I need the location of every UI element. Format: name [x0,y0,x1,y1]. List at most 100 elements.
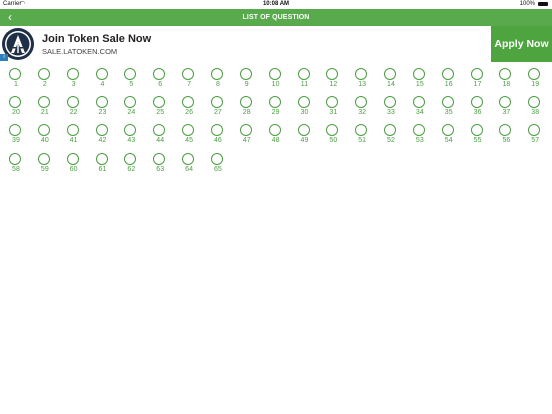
question-item[interactable]: 56 [493,122,519,150]
radio-circle-icon[interactable] [153,68,166,80]
radio-circle-icon[interactable] [499,96,512,109]
radio-circle-icon[interactable] [528,124,541,137]
radio-circle-icon[interactable] [37,68,50,80]
radio-circle-icon[interactable] [441,68,454,80]
radio-circle-icon[interactable] [66,152,79,165]
question-item[interactable]: 15 [407,66,433,94]
question-item[interactable]: 38 [522,94,548,122]
radio-circle-icon[interactable] [528,96,541,109]
radio-circle-icon[interactable] [412,96,425,109]
question-item[interactable]: 17 [465,66,491,94]
radio-circle-icon[interactable] [95,96,108,109]
question-item[interactable]: 5 [118,66,144,94]
question-item[interactable]: 28 [234,94,260,122]
question-item[interactable]: 20 [3,94,29,122]
question-item[interactable]: 40 [32,122,58,150]
question-item[interactable]: 35 [436,94,462,122]
question-item[interactable]: 22 [61,94,87,122]
radio-circle-icon[interactable] [268,96,281,109]
radio-circle-icon[interactable] [326,124,339,137]
radio-circle-icon[interactable] [384,96,397,109]
radio-circle-icon[interactable] [239,96,252,109]
radio-circle-icon[interactable] [441,96,454,109]
question-item[interactable]: 65 [205,151,231,179]
radio-circle-icon[interactable] [326,68,339,80]
question-item[interactable]: 61 [90,151,116,179]
apply-now-button[interactable]: Apply Now [491,26,552,62]
question-item[interactable]: 64 [176,151,202,179]
question-item[interactable]: 13 [349,66,375,94]
radio-circle-icon[interactable] [124,68,137,80]
radio-circle-icon[interactable] [470,68,483,80]
question-item[interactable]: 41 [61,122,87,150]
question-item[interactable]: 9 [234,66,260,94]
question-item[interactable]: 62 [118,151,144,179]
question-item[interactable]: 18 [493,66,519,94]
question-item[interactable]: 51 [349,122,375,150]
radio-circle-icon[interactable] [470,96,483,109]
question-item[interactable]: 36 [465,94,491,122]
question-item[interactable]: 32 [349,94,375,122]
radio-circle-icon[interactable] [441,124,454,137]
question-item[interactable]: 24 [118,94,144,122]
radio-circle-icon[interactable] [355,68,368,80]
radio-circle-icon[interactable] [124,152,137,165]
question-item[interactable]: 8 [205,66,231,94]
radio-circle-icon[interactable] [239,68,252,80]
radio-circle-icon[interactable] [66,96,79,109]
question-item[interactable]: 55 [465,122,491,150]
question-item[interactable]: 26 [176,94,202,122]
radio-circle-icon[interactable] [355,96,368,109]
radio-circle-icon[interactable] [470,124,483,137]
radio-circle-icon[interactable] [182,68,195,80]
question-item[interactable]: 39 [3,122,29,150]
question-item[interactable]: 31 [320,94,346,122]
radio-circle-icon[interactable] [412,68,425,80]
question-item[interactable]: 63 [147,151,173,179]
ad-info-icon[interactable]: i [0,54,8,61]
question-item[interactable]: 59 [32,151,58,179]
radio-circle-icon[interactable] [528,68,541,80]
radio-circle-icon[interactable] [210,96,223,109]
question-item[interactable]: 58 [3,151,29,179]
question-item[interactable]: 10 [263,66,289,94]
question-item[interactable]: 54 [436,122,462,150]
radio-circle-icon[interactable] [239,124,252,137]
question-item[interactable]: 48 [263,122,289,150]
question-item[interactable]: 30 [292,94,318,122]
question-item[interactable]: 14 [378,66,404,94]
question-item[interactable]: 7 [176,66,202,94]
question-item[interactable]: 33 [378,94,404,122]
radio-circle-icon[interactable] [9,152,21,165]
radio-circle-icon[interactable] [210,68,223,80]
ad-banner[interactable]: i Join Token Sale Now SALE.LATOKEN.COM A… [0,26,552,62]
radio-circle-icon[interactable] [124,96,137,109]
radio-circle-icon[interactable] [499,68,512,80]
radio-circle-icon[interactable] [182,124,195,137]
radio-circle-icon[interactable] [9,96,21,109]
radio-circle-icon[interactable] [9,124,21,137]
radio-circle-icon[interactable] [182,152,195,165]
radio-circle-icon[interactable] [153,152,166,165]
question-item[interactable]: 60 [61,151,87,179]
radio-circle-icon[interactable] [9,68,21,80]
question-item[interactable]: 37 [493,94,519,122]
radio-circle-icon[interactable] [124,124,137,137]
radio-circle-icon[interactable] [326,96,339,109]
question-item[interactable]: 53 [407,122,433,150]
radio-circle-icon[interactable] [182,96,195,109]
question-item[interactable]: 3 [61,66,87,94]
radio-circle-icon[interactable] [268,124,281,137]
question-item[interactable]: 1 [3,66,29,94]
radio-circle-icon[interactable] [66,68,79,80]
question-item[interactable]: 23 [90,94,116,122]
question-item[interactable]: 45 [176,122,202,150]
question-item[interactable]: 6 [147,66,173,94]
question-item[interactable]: 42 [90,122,116,150]
radio-circle-icon[interactable] [210,124,223,137]
question-item[interactable]: 25 [147,94,173,122]
radio-circle-icon[interactable] [66,124,79,137]
radio-circle-icon[interactable] [153,124,166,137]
question-item[interactable]: 46 [205,122,231,150]
question-item[interactable]: 4 [90,66,116,94]
